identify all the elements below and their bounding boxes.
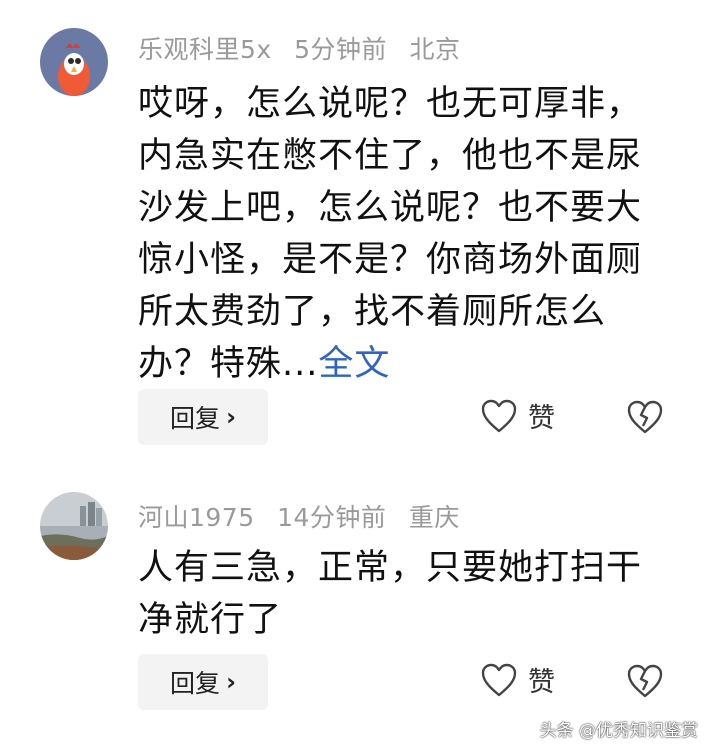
like-label: 赞 <box>528 667 555 698</box>
comment-text: 哎呀，怎么说呢？也无可厚非， 内急实在憋不住了，他也不是尿 沙发上吧，怎么说呢？… <box>138 78 678 390</box>
like-button[interactable]: 赞 <box>480 660 555 699</box>
comment-line: 哎呀，怎么说呢？也无可厚非， <box>138 84 643 124</box>
reply-label: 回复 <box>170 669 221 698</box>
timestamp: 14分钟前 <box>277 503 387 532</box>
reply-label: 回复 <box>170 404 221 433</box>
comment-meta: 乐观科里5x 5分钟前 北京 <box>138 30 475 66</box>
heart-outline-icon <box>481 663 517 696</box>
rooster-avatar-icon <box>40 28 108 96</box>
username[interactable]: 乐观科里5x <box>138 35 272 64</box>
comment-line: 所太费劲了，找不着厕所怎么 <box>138 292 607 332</box>
broken-heart-icon[interactable] <box>626 662 664 700</box>
full-text-link[interactable]: 全文 <box>318 344 390 384</box>
avatar[interactable] <box>40 492 108 560</box>
comment-line: 内急实在憋不住了，他也不是尿 <box>138 136 643 176</box>
avatar[interactable] <box>40 28 108 96</box>
location: 北京 <box>409 35 461 64</box>
landscape-avatar-icon <box>40 492 108 560</box>
comment-line: 净就行了 <box>138 600 283 640</box>
location: 重庆 <box>408 503 460 532</box>
broken-heart-icon[interactable] <box>626 398 664 436</box>
comment-item: 河山1975 14分钟前 重庆 人有三急，正常，只要她打扫干 净就行了 回复 ›… <box>0 470 714 749</box>
reply-button[interactable]: 回复 › <box>138 654 268 710</box>
comment-line: 办？特殊...全文 <box>138 338 678 390</box>
watermark: 头条 @优秀知识鉴赏 <box>539 721 698 741</box>
comment-line-text: 办？特殊... <box>138 344 319 384</box>
comment-item: 乐观科里5x 5分钟前 北京 哎呀，怎么说呢？也无可厚非， 内急实在憋不住了，他… <box>0 0 714 470</box>
reply-button[interactable]: 回复 › <box>138 389 268 445</box>
like-button[interactable]: 赞 <box>480 396 555 435</box>
heart-outline-icon <box>481 399 517 432</box>
comment-line: 惊小怪，是不是？你商场外面厕 <box>138 240 643 280</box>
username[interactable]: 河山1975 <box>138 503 255 532</box>
comment-line: 沙发上吧，怎么说呢？也不要大 <box>138 188 643 228</box>
timestamp: 5分钟前 <box>294 35 388 64</box>
comment-meta: 河山1975 14分钟前 重庆 <box>138 498 474 534</box>
like-label: 赞 <box>528 403 555 434</box>
chevron-right-icon: › <box>226 403 236 431</box>
comment-text: 人有三急，正常，只要她打扫干 净就行了 <box>138 542 678 646</box>
chevron-right-icon: › <box>226 668 236 696</box>
comment-line: 人有三急，正常，只要她打扫干 <box>138 548 643 588</box>
